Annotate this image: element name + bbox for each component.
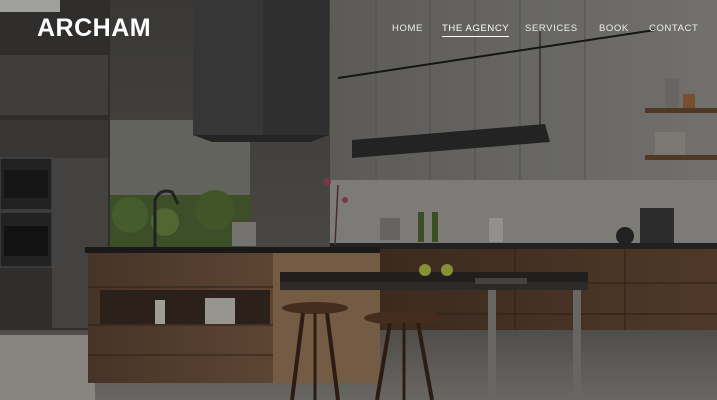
nav-item-the-agency[interactable]: THE AGENCY <box>442 23 510 37</box>
nav-item-home[interactable]: HOME <box>392 23 423 34</box>
nav-item-services[interactable]: SERVICES <box>525 23 578 34</box>
hero-background-image <box>0 0 717 400</box>
main-navigation: HOME THE AGENCY SERVICES BOOK CONTACT <box>0 23 717 43</box>
nav-item-book[interactable]: BOOK <box>599 23 629 34</box>
nav-item-contact[interactable]: CONTACT <box>649 23 698 34</box>
